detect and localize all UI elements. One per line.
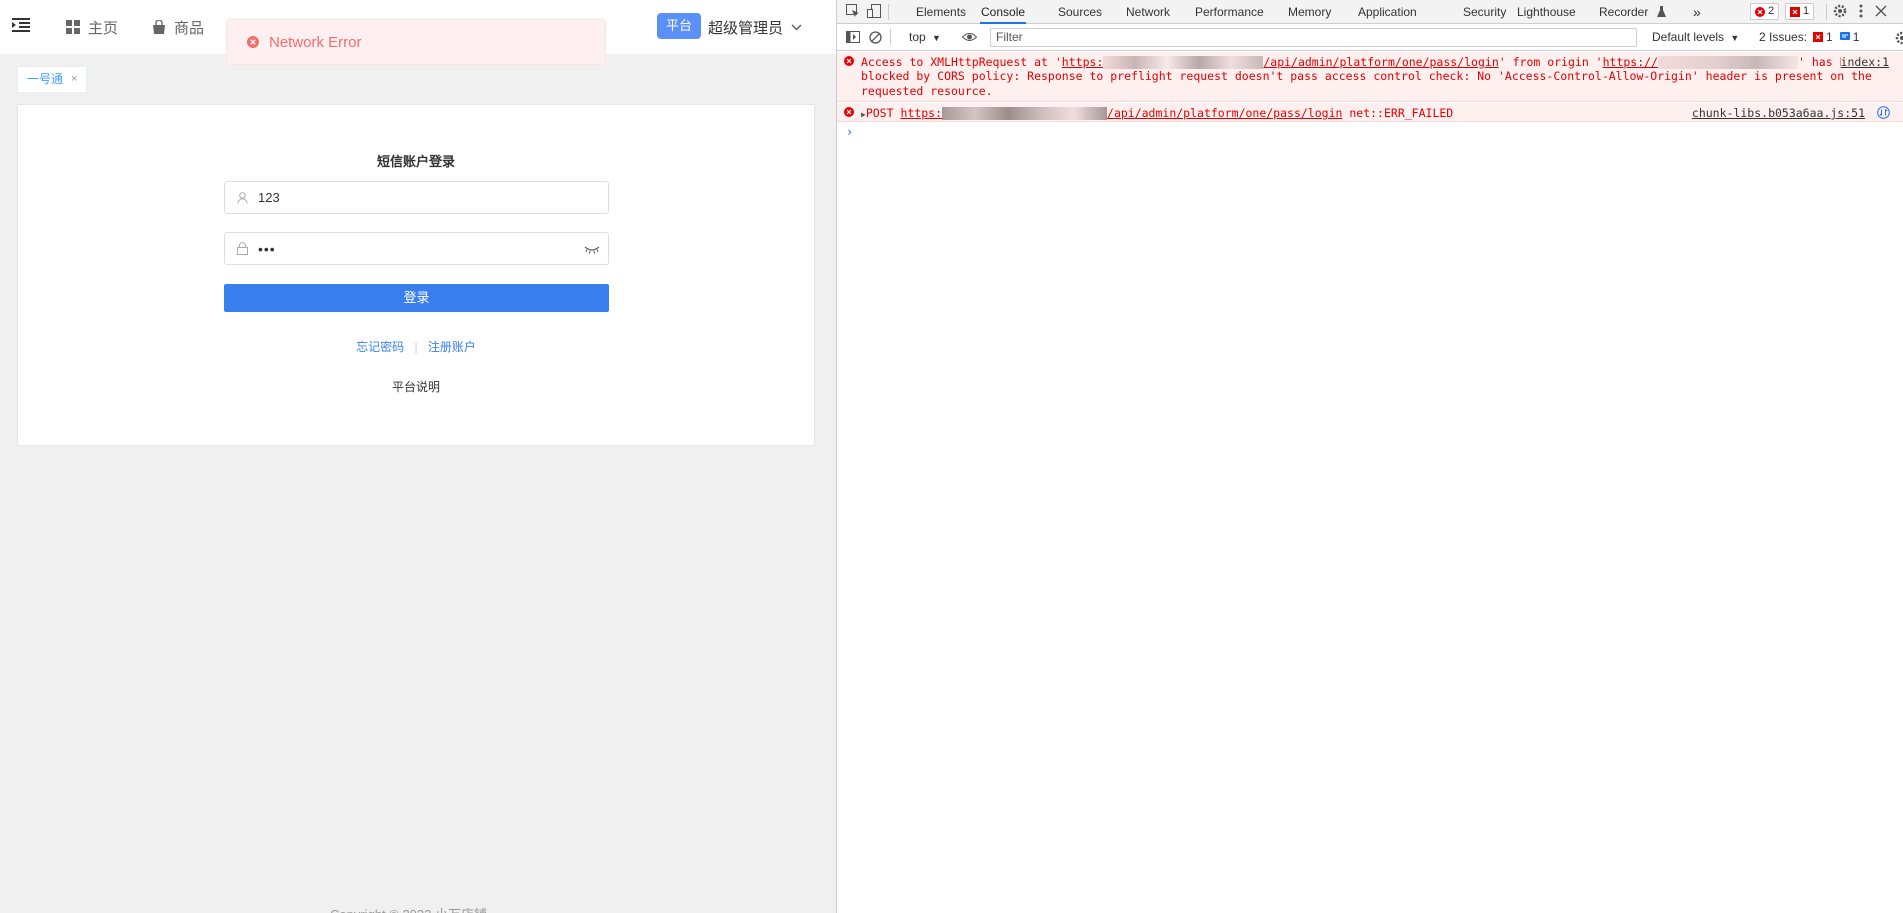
nav-home-label: 主页 — [88, 19, 119, 37]
console-error-cors: Access to XMLHttpRequest at 'https:/api/… — [837, 52, 1903, 102]
console-prompt[interactable]: › — [846, 125, 853, 139]
dashboard-icon — [66, 20, 80, 34]
source-link-chunk[interactable]: chunk-libs.b053a6aa.js:51 — [1692, 106, 1865, 120]
kebab-menu-icon[interactable] — [1859, 4, 1863, 18]
issues-info-count: 1 — [1852, 30, 1860, 44]
nav-goods-label: 商品 — [174, 19, 205, 37]
network-request-icon[interactable] — [1877, 106, 1890, 119]
username-field[interactable]: 123 — [224, 181, 609, 214]
tag-label: 一号通 — [27, 72, 64, 86]
admin-user-menu[interactable]: 超级管理员 — [708, 0, 802, 54]
network-error-toast: Network Error — [226, 19, 606, 65]
console-settings-gear-icon[interactable] — [1895, 31, 1903, 45]
password-field[interactable]: ••• — [224, 232, 609, 265]
error-circle-icon — [844, 56, 854, 66]
issues-error-count: 1 — [1826, 30, 1833, 44]
console-error-post: ▶POST https:/api/admin/platform/one/pass… — [837, 103, 1903, 122]
error-circle-icon — [247, 36, 259, 48]
tab-console[interactable]: Console — [980, 0, 1027, 24]
app-pane: 主页 商品 平台 超级管理员 Network Error 一号通 × 短信账户登… — [0, 0, 836, 913]
sms-login-card: 短信账户登录 123 ••• 登录 忘记密码 | 注册账户 平台说明 — [17, 104, 815, 446]
redacted-origin — [1658, 56, 1798, 69]
issue-info-icon — [1839, 32, 1850, 40]
dropdown-triangle-icon: ▼ — [932, 33, 941, 43]
inspect-element-icon[interactable] — [846, 4, 860, 18]
copyright-text: Copyright © 2022 小万店铺 — [330, 904, 487, 913]
shopping-bag-icon — [153, 20, 165, 34]
gear-icon[interactable] — [1833, 4, 1847, 18]
error-count: 2 — [1768, 5, 1775, 17]
cors-error-text: Access to XMLHttpRequest at 'https:/api/… — [861, 55, 1872, 98]
issue-error-icon — [1813, 32, 1824, 42]
post-url-link[interactable]: https:/api/admin/platform/one/pass/login — [900, 106, 1342, 120]
issues-counter[interactable]: 2 Issues: 1 1 — [1759, 30, 1859, 44]
chevron-down-icon — [791, 24, 802, 30]
tab-performance[interactable]: Performance — [1195, 0, 1264, 24]
platform-badge[interactable]: 平台 — [657, 13, 702, 39]
login-submit-button[interactable]: 登录 — [224, 284, 609, 312]
dropdown-triangle-icon: ▼ — [1730, 33, 1740, 43]
issues-label: 2 Issues: — [1759, 30, 1808, 44]
user-icon — [237, 191, 248, 204]
source-link-index[interactable]: index:1 — [1840, 55, 1889, 70]
request-url-link[interactable]: https:/api/admin/platform/one/pass/login — [1062, 55, 1499, 69]
lock-icon — [237, 242, 248, 255]
password-value: ••• — [258, 240, 276, 257]
redacted-url — [1103, 56, 1264, 69]
nav-home[interactable]: 主页 — [66, 0, 118, 54]
error-circle-icon — [1755, 6, 1765, 17]
tab-memory[interactable]: Memory — [1288, 0, 1331, 24]
issue-flag-icon — [1790, 6, 1800, 17]
redacted-url — [942, 107, 1108, 120]
link-divider: | — [414, 340, 418, 354]
platform-info-link[interactable]: 平台说明 — [18, 378, 814, 395]
register-link[interactable]: 注册账户 — [428, 340, 476, 354]
toolbar-divider — [890, 29, 891, 45]
sidebar-toggle-icon[interactable] — [846, 31, 860, 43]
tab-network[interactable]: Network — [1126, 0, 1170, 24]
login-title: 短信账户登录 — [376, 154, 455, 169]
tab-security[interactable]: Security — [1463, 0, 1506, 24]
admin-label: 超级管理员 — [708, 19, 784, 37]
levels-label: Default levels — [1652, 30, 1725, 44]
console-filter-input[interactable]: Filter — [990, 28, 1637, 47]
nav-goods[interactable]: 商品 — [152, 0, 204, 54]
clear-console-icon[interactable] — [869, 31, 882, 44]
log-levels-dropdown[interactable]: Default levels ▼ — [1652, 30, 1739, 44]
tag-close-icon[interactable]: × — [71, 67, 77, 92]
tab-lighthouse[interactable]: Lighthouse — [1517, 0, 1576, 24]
error-count-badge[interactable]: 2 — [1750, 3, 1780, 20]
devtools-pane: Elements Console Sources Network Perform… — [836, 0, 1903, 913]
close-devtools-icon[interactable] — [1875, 5, 1887, 17]
devtools-tab-bar: Elements Console Sources Network Perform… — [837, 0, 1903, 24]
username-value: 123 — [258, 190, 280, 205]
tab-divider — [1826, 4, 1827, 20]
eye-icon[interactable] — [962, 32, 977, 42]
tab-recorder[interactable]: Recorder — [1599, 0, 1648, 24]
tab-tag-yihaotong[interactable]: 一号通 × — [17, 66, 88, 93]
console-toolbar: top ▼ Filter Default levels ▼ 2 Issues: … — [837, 25, 1903, 51]
login-links: 忘记密码 | 注册账户 — [18, 338, 814, 355]
issue-count: 1 — [1803, 5, 1810, 17]
eye-closed-icon[interactable] — [584, 246, 600, 254]
tab-sources[interactable]: Sources — [1058, 0, 1102, 24]
context-value: top — [909, 30, 926, 44]
tab-application[interactable]: Application — [1358, 0, 1417, 24]
origin-url-link[interactable]: https:// — [1603, 55, 1798, 69]
error-circle-icon — [844, 107, 854, 117]
issue-count-badge[interactable]: 1 — [1785, 3, 1815, 20]
more-tabs-chevron[interactable]: » — [1693, 0, 1701, 24]
toast-message: Network Error — [269, 33, 362, 51]
tab-elements[interactable]: Elements — [916, 0, 966, 24]
flask-icon — [1657, 6, 1666, 17]
tab-divider — [888, 4, 889, 20]
menu-fold-icon[interactable] — [12, 18, 32, 36]
device-toolbar-icon[interactable] — [867, 4, 881, 18]
context-selector[interactable]: top ▼ — [909, 30, 941, 44]
forgot-password-link[interactable]: 忘记密码 — [356, 340, 404, 354]
